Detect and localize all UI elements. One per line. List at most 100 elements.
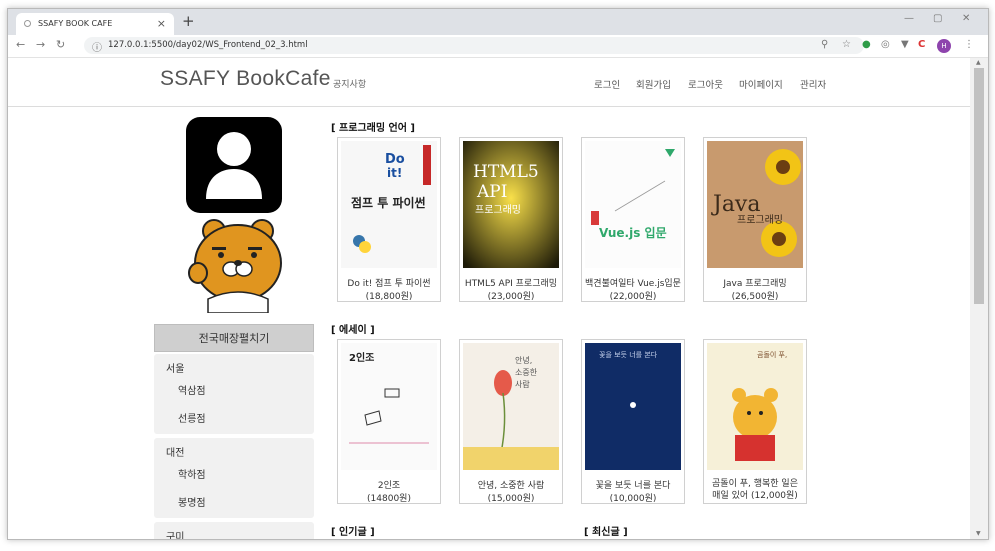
book-title: 안녕, 소중한 사람 bbox=[477, 481, 545, 491]
vue-devtools-icon[interactable]: ▼ bbox=[901, 39, 909, 50]
category-title: [ 프로그래밍 언어 ] bbox=[331, 123, 415, 134]
site-logo[interactable]: SSAFY BookCafe bbox=[160, 67, 331, 91]
book-price: (14800원) bbox=[367, 494, 411, 504]
notice-link[interactable]: 공지사항 bbox=[333, 77, 366, 90]
shop-link[interactable]: 선릉점 bbox=[178, 410, 206, 425]
book-cover-image: 2인조 bbox=[341, 343, 437, 470]
book-price: (23,000원) bbox=[487, 292, 535, 302]
svg-text:꽃을 보듯 너를 본다: 꽃을 보듯 너를 본다 bbox=[599, 350, 658, 359]
c-extension-icon[interactable]: C bbox=[918, 39, 925, 50]
nav-signup[interactable]: 회원가입 bbox=[636, 77, 671, 91]
user-icon bbox=[206, 132, 262, 199]
nav-login[interactable]: 로그인 bbox=[594, 77, 620, 91]
book-price: (15,000원) bbox=[487, 494, 535, 504]
close-tab-icon[interactable]: × bbox=[157, 17, 166, 30]
book-card[interactable]: 곰돌이 푸, 곰돌이 푸, 행복한 일은 매일 있어 (12,000원) bbox=[703, 339, 807, 504]
book-title: Do it! 점프 투 파이썬 bbox=[347, 279, 431, 289]
svg-text:API: API bbox=[476, 182, 507, 202]
region-daejeon: 대전 학하점 봉명점 bbox=[154, 438, 314, 518]
svg-text:2인조: 2인조 bbox=[349, 351, 374, 364]
svg-text:HTML5: HTML5 bbox=[473, 162, 539, 182]
book-cover-image: 안녕, 소중한 사람 bbox=[463, 343, 559, 470]
forward-icon[interactable]: → bbox=[36, 38, 45, 51]
shop-link[interactable]: 역삼점 bbox=[178, 382, 206, 397]
region-seoul: 서울 역삼점 선릉점 bbox=[154, 354, 314, 434]
book-price: (22,000원) bbox=[609, 292, 657, 302]
back-icon[interactable]: ← bbox=[16, 38, 25, 51]
book-card[interactable]: HTML5 API 프로그래밍 HTML5 API 프로그래밍 (23,000원… bbox=[459, 137, 563, 302]
favicon-icon bbox=[24, 20, 31, 27]
svg-text:소중한: 소중한 bbox=[515, 368, 538, 377]
nav-admin[interactable]: 관리자 bbox=[800, 77, 826, 91]
extension-icon[interactable]: ◎ bbox=[881, 39, 890, 50]
minimize-icon[interactable]: — bbox=[904, 13, 914, 24]
nav-mypage[interactable]: 마이페이지 bbox=[739, 77, 783, 91]
book-card[interactable]: 안녕, 소중한 사람 안녕, 소중한 사람 (15,000원) bbox=[459, 339, 563, 504]
menu-kebab-icon[interactable]: ⋮ bbox=[964, 39, 974, 50]
browser-toolbar: ← → ↻ ⓘ 127.0.0.1:5500/day02/WS_Frontend… bbox=[8, 35, 988, 58]
user-profile-image bbox=[186, 117, 282, 213]
nav-logout[interactable]: 로그아웃 bbox=[688, 77, 723, 91]
shop-link[interactable]: 봉명점 bbox=[178, 494, 206, 509]
book-cover-image: 곰돌이 푸, bbox=[707, 343, 803, 470]
book-cover-image: 꽃을 보듯 너를 본다 bbox=[585, 343, 681, 470]
site-header: SSAFY BookCafe 공지사항 로그인 회원가입 로그아웃 마이페이지 … bbox=[8, 58, 970, 107]
tab-title: SSAFY BOOK CAFE bbox=[38, 19, 113, 28]
recent-posts-title: [ 최신글 ] bbox=[584, 527, 628, 538]
page-viewport: SSAFY BookCafe 공지사항 로그인 회원가입 로그아웃 마이페이지 … bbox=[8, 58, 970, 539]
svg-text:프로그래밍: 프로그래밍 bbox=[737, 214, 783, 226]
category-title: [ 에세이 ] bbox=[331, 325, 375, 336]
evernote-extension-icon[interactable]: ● bbox=[862, 39, 871, 50]
close-window-icon[interactable]: ✕ bbox=[962, 13, 970, 24]
maximize-icon[interactable]: ▢ bbox=[933, 13, 942, 24]
profile-avatar[interactable]: H bbox=[937, 39, 951, 53]
book-price: (10,000원) bbox=[609, 494, 657, 504]
scrollbar-thumb[interactable] bbox=[974, 68, 984, 304]
site-info-icon[interactable]: ⓘ bbox=[92, 39, 102, 54]
character-image bbox=[188, 219, 282, 313]
svg-text:프로그래밍: 프로그래밍 bbox=[475, 204, 521, 216]
book-price: (26,500원) bbox=[731, 292, 779, 302]
book-cover-image: HTML5 API 프로그래밍 bbox=[463, 141, 559, 268]
book-title: 백견불여일타 Vue.js입문 bbox=[585, 279, 681, 289]
region-name: 대전 bbox=[166, 448, 185, 459]
book-cover-image: Java 프로그래밍 bbox=[707, 141, 803, 268]
branch-toggle-button[interactable]: 전국매장펼치기 bbox=[154, 324, 314, 352]
book-card[interactable]: 꽃을 보듯 너를 본다 꽃을 보듯 너를 본다 (10,000원) bbox=[581, 339, 685, 504]
shop-link[interactable]: 학하점 bbox=[178, 466, 206, 481]
browser-tab[interactable]: SSAFY BOOK CAFE × bbox=[16, 13, 174, 35]
book-cover-image: Vue.js 입문 bbox=[585, 141, 681, 268]
scroll-up-icon[interactable]: ▲ bbox=[976, 59, 981, 66]
browser-window: SSAFY BOOK CAFE × + — ▢ ✕ ← → ↻ ⓘ 127.0.… bbox=[7, 8, 989, 540]
region-gumi: 구미 bbox=[154, 522, 314, 539]
book-card[interactable]: 2인조 2인조 (14800원) bbox=[337, 339, 441, 504]
svg-text:점프 투 파이썬: 점프 투 파이썬 bbox=[351, 195, 426, 210]
tab-strip: SSAFY BOOK CAFE × + — ▢ ✕ bbox=[8, 9, 988, 35]
book-cover-image: Do it! 점프 투 파이썬 bbox=[341, 141, 437, 268]
reload-icon[interactable]: ↻ bbox=[56, 38, 65, 51]
svg-text:it!: it! bbox=[387, 166, 402, 180]
new-tab-icon[interactable]: + bbox=[182, 12, 195, 30]
book-price: (18,800원) bbox=[365, 292, 413, 302]
bookmark-star-icon[interactable]: ☆ bbox=[842, 39, 851, 50]
book-card[interactable]: Do it! 점프 투 파이썬 Do it! 점프 투 파이썬 (18,800원… bbox=[337, 137, 441, 302]
scroll-down-icon[interactable]: ▼ bbox=[976, 530, 981, 537]
book-title: 2인조 bbox=[377, 481, 401, 491]
address-url[interactable]: 127.0.0.1:5500/day02/WS_Frontend_02_3.ht… bbox=[108, 40, 308, 50]
popular-posts-title: [ 인기글 ] bbox=[331, 527, 375, 538]
book-title: Java 프로그래밍 bbox=[723, 279, 787, 289]
address-bar[interactable]: ⓘ 127.0.0.1:5500/day02/WS_Frontend_02_3.… bbox=[84, 37, 864, 54]
book-title: 꽃을 보듯 너를 본다 bbox=[595, 481, 671, 491]
svg-text:곰돌이 푸,: 곰돌이 푸, bbox=[757, 350, 787, 359]
svg-text:Java: Java bbox=[711, 192, 760, 217]
region-name: 서울 bbox=[166, 364, 185, 375]
zoom-icon[interactable]: ⚲ bbox=[821, 39, 828, 50]
region-name: 구미 bbox=[166, 532, 185, 539]
svg-text:Do: Do bbox=[385, 152, 405, 167]
book-card[interactable]: Vue.js 입문 백견불여일타 Vue.js입문 (22,000원) bbox=[581, 137, 685, 302]
book-card[interactable]: Java 프로그래밍 Java 프로그래밍 (26,500원) bbox=[703, 137, 807, 302]
page-scrollbar[interactable]: ▲ ▼ bbox=[970, 58, 988, 539]
book-title: 곰돌이 푸, 행복한 일은 매일 있어 (12,000원) bbox=[712, 479, 798, 501]
book-title: HTML5 API 프로그래밍 bbox=[464, 279, 558, 289]
svg-text:안녕,: 안녕, bbox=[515, 355, 532, 365]
